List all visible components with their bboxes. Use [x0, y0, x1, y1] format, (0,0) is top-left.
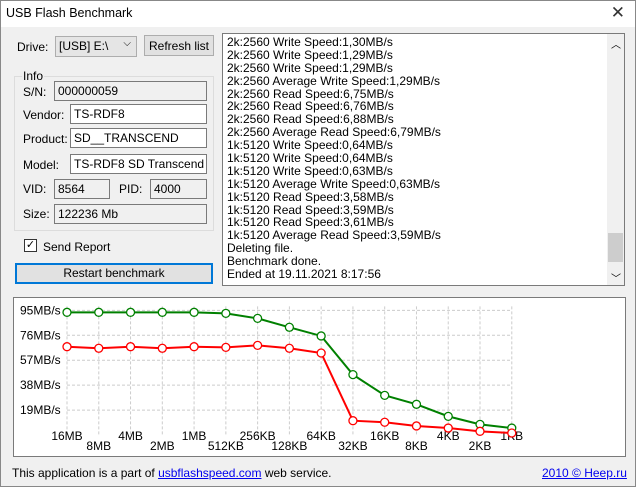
data-point	[348, 369, 358, 380]
product-label: Product:	[23, 132, 68, 146]
data-point	[62, 307, 72, 317]
y-tick-label: 95MB/s	[20, 303, 61, 317]
x-tick-label: 1MB	[182, 429, 207, 443]
scroll-down-icon[interactable]: ﹀	[611, 270, 621, 285]
sn-label: S/N:	[23, 85, 47, 99]
log-line: 2k:2560 Average Write Speed:1,29MB/s	[227, 73, 441, 88]
chevron-down-icon: ⌵	[123, 38, 131, 49]
app-window: USB Flash Benchmark ✕ Drive: [USB] E:\ ⌵…	[0, 0, 636, 487]
data-point	[380, 417, 390, 427]
x-tick-label: 2MB	[150, 439, 175, 453]
vid-label: VID:	[23, 182, 47, 196]
x-tick-label: 2KB	[469, 439, 492, 453]
scroll-up-icon[interactable]: ︿	[611, 36, 621, 51]
data-point	[284, 343, 295, 353]
data-point	[348, 416, 358, 426]
checkmark-icon: ✓	[25, 239, 36, 251]
x-tick-label: 8KB	[405, 439, 428, 453]
data-point	[252, 340, 263, 351]
data-point	[252, 313, 263, 324]
vendor-label: Vendor:	[23, 108, 65, 122]
footer-text: This application is a part of usbflashsp…	[12, 466, 332, 480]
x-tick-label: 16KB	[370, 429, 399, 443]
data-point	[62, 342, 72, 352]
data-point	[157, 343, 167, 353]
data-point	[316, 331, 326, 341]
vendor-field[interactable]: TS-RDF8	[70, 104, 207, 124]
send-report-label: Send Report	[43, 240, 111, 254]
data-point	[125, 307, 136, 317]
y-tick-label: 57MB/s	[20, 353, 61, 367]
restart-benchmark-button[interactable]: Restart benchmark	[15, 263, 213, 284]
x-tick-label: 8MB	[86, 439, 111, 453]
footer-prefix: This application is a part of	[12, 466, 159, 480]
data-point	[475, 426, 485, 436]
size-field[interactable]: 122236 Mb	[54, 204, 207, 224]
x-tick-label: 128KB	[271, 439, 307, 453]
y-tick-label: 38MB/s	[20, 378, 61, 392]
x-tick-label: 16MB	[51, 429, 82, 443]
data-point	[221, 342, 231, 353]
data-point	[221, 308, 231, 319]
product-field[interactable]: SD__TRANSCEND	[70, 128, 207, 148]
refresh-list-button[interactable]: Refresh list	[144, 35, 214, 56]
log-scrollbar[interactable]: ︿ ﹀	[607, 34, 624, 285]
log-line: 1k:5120 Write Speed:0,63MB/s	[227, 163, 393, 178]
data-point	[443, 423, 453, 433]
data-point	[284, 322, 295, 332]
pid-label: PID:	[119, 182, 143, 196]
close-icon[interactable]: ✕	[611, 3, 625, 23]
drive-value: [USB] E:\	[59, 39, 109, 53]
data-point	[157, 307, 167, 317]
sn-field[interactable]: 000000059	[54, 81, 207, 101]
log-line: 2k:2560 Write Speed:1,29MB/s	[227, 60, 393, 75]
usbflashspeed-link[interactable]: usbflashspeed.com	[158, 466, 261, 480]
data-point	[411, 399, 422, 409]
data-point	[94, 307, 104, 317]
x-tick-label: 512KB	[208, 439, 244, 453]
y-tick-label: 76MB/s	[20, 328, 61, 342]
title-bar: USB Flash Benchmark ✕	[1, 1, 635, 27]
scrollbar-thumb[interactable]	[608, 233, 623, 262]
data-point	[94, 343, 104, 353]
data-point	[189, 307, 199, 317]
speed-chart: 16MB 8MB 4MB 2MB 1MB 512KB 256KB 128KB 64KB 32KB 1…	[13, 297, 626, 457]
log-textbox[interactable]: 2k:2560 Write Speed:1,30MB/s 2k:2560 Writ…	[222, 33, 625, 286]
data-point	[443, 411, 453, 422]
log-line: 1k:5120 Write Speed:0,64MB/s	[227, 151, 393, 166]
send-report-checkbox[interactable]: ✓	[24, 239, 37, 252]
speed-chart-svg: 16MB8MB4MB2MB1MB512KB256KB128KB64KB32KB1…	[20, 303, 523, 453]
log-line: 2k:2560 Write Speed:1,29MB/s	[227, 47, 393, 62]
data-point	[316, 348, 326, 358]
pid-field[interactable]: 4000	[150, 179, 207, 199]
data-point	[380, 390, 390, 401]
x-tick-label: 32KB	[338, 439, 367, 453]
model-field[interactable]: TS-RDF8 SD Transcend	[70, 154, 207, 174]
size-label: Size:	[23, 207, 50, 221]
log-line: Ended at 19.11.2021 8:17:56	[227, 267, 381, 282]
drive-label: Drive:	[17, 40, 49, 54]
data-point	[411, 421, 422, 431]
log-line: 2k:2560 Write Speed:1,30MB/s	[227, 35, 393, 49]
data-point	[125, 342, 136, 352]
info-legend: Info	[22, 69, 45, 83]
heep-link[interactable]: 2010 © Heep.ru	[542, 466, 627, 480]
y-tick-label: 19MB/s	[20, 403, 61, 417]
data-point	[189, 342, 199, 352]
model-label: Model:	[23, 158, 60, 172]
x-tick-label: 256KB	[240, 429, 276, 443]
log-line: 1k:5120 Average Write Speed:0,63MB/s	[227, 176, 441, 191]
drive-select[interactable]: [USB] E:\ ⌵	[55, 36, 137, 57]
log-line: 1k:5120 Read Speed:3,58MB/s	[227, 189, 394, 204]
footer-suffix: web service.	[261, 466, 332, 480]
vid-field[interactable]: 8564	[54, 179, 110, 199]
x-tick-label: 64KB	[306, 429, 335, 443]
x-tick-label: 4MB	[118, 429, 143, 443]
data-point	[507, 428, 517, 438]
window-title: USB Flash Benchmark	[6, 6, 133, 20]
